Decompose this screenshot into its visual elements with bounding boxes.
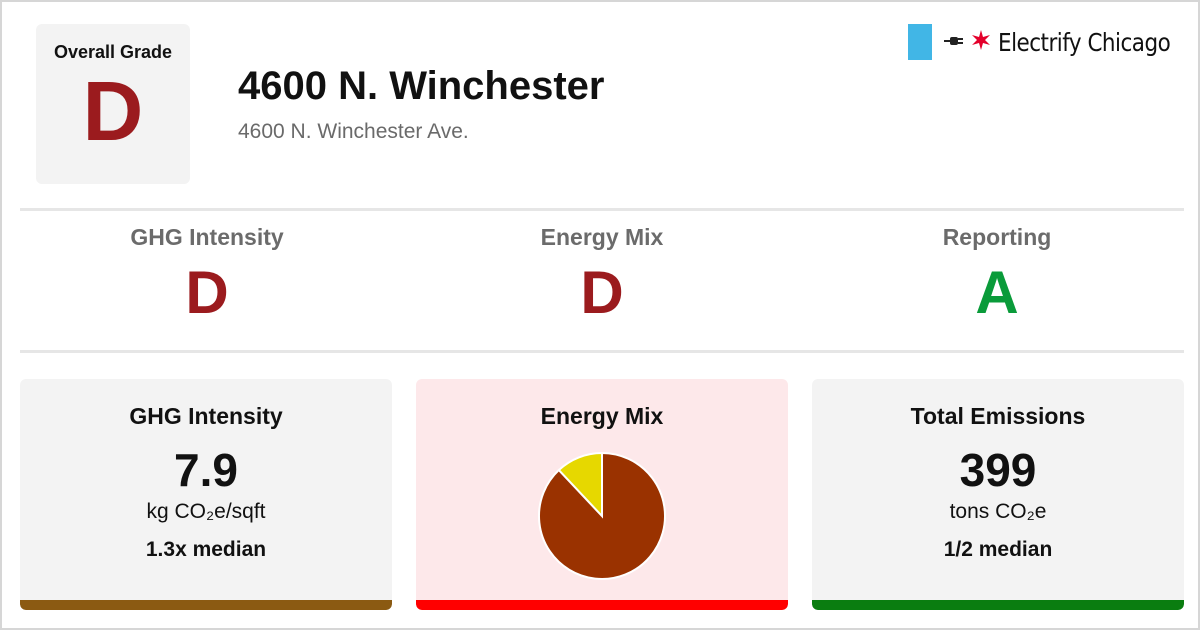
subgrade-label: Energy Mix xyxy=(540,224,664,250)
divider-top xyxy=(20,208,1184,211)
card-frame: Overall Grade D 4600 N. Winchester 4600 … xyxy=(0,0,1200,630)
card-title: Total Emissions xyxy=(910,403,1086,429)
brand-name: Electrify Chicago xyxy=(997,27,1171,57)
total-emissions-median: 1/2 median xyxy=(943,538,1053,561)
ghg-intensity-card: GHG Intensity 7.9 kg CO₂e/sqft 1.3x medi… xyxy=(20,379,392,610)
subgrade-label: GHG Intensity xyxy=(130,224,284,250)
card-accent-bar xyxy=(20,600,392,610)
building-title: 4600 N. Winchester xyxy=(238,64,605,108)
ghg-intensity-value: 7.9 xyxy=(174,444,238,496)
subgrade-letter: D xyxy=(580,259,624,326)
subgrade-letter: A xyxy=(975,259,1019,326)
subgrade-energy-mix: Energy Mix D xyxy=(442,224,762,333)
energy-mix-card: Energy Mix xyxy=(416,379,788,610)
brand-logo[interactable]: Electrify Chicago xyxy=(907,24,1174,60)
ghg-intensity-median: 1.3x median xyxy=(145,538,267,561)
plug-icon xyxy=(943,32,964,53)
total-emissions-value: 399 xyxy=(959,444,1037,496)
total-emissions-card: Total Emissions 399 tons CO₂e 1/2 median xyxy=(812,379,1184,610)
energy-mix-pie-chart xyxy=(536,450,668,582)
overall-grade-label: Overall Grade xyxy=(53,42,173,62)
card-accent-bar xyxy=(812,600,1184,610)
flag-blue-bar-icon xyxy=(907,24,932,60)
overall-grade-letter: D xyxy=(82,64,144,158)
card-title: Energy Mix xyxy=(540,403,664,429)
card-accent-bar xyxy=(416,600,788,610)
ghg-intensity-unit: kg CO₂e/sqft xyxy=(146,500,266,523)
total-emissions-unit: tons CO₂e xyxy=(949,500,1047,523)
divider-bottom xyxy=(20,350,1184,353)
red-star-icon xyxy=(970,29,992,56)
pie-svg xyxy=(538,451,666,580)
subgrade-ghg-intensity: GHG Intensity D xyxy=(47,224,367,333)
card-title: GHG Intensity xyxy=(129,403,283,429)
overall-grade-box: Overall Grade D xyxy=(36,24,190,184)
building-address: 4600 N. Winchester Ave. xyxy=(238,120,469,143)
subgrade-reporting: Reporting A xyxy=(837,224,1157,333)
subgrade-letter: D xyxy=(185,259,229,326)
subgrade-label: Reporting xyxy=(942,224,1052,250)
